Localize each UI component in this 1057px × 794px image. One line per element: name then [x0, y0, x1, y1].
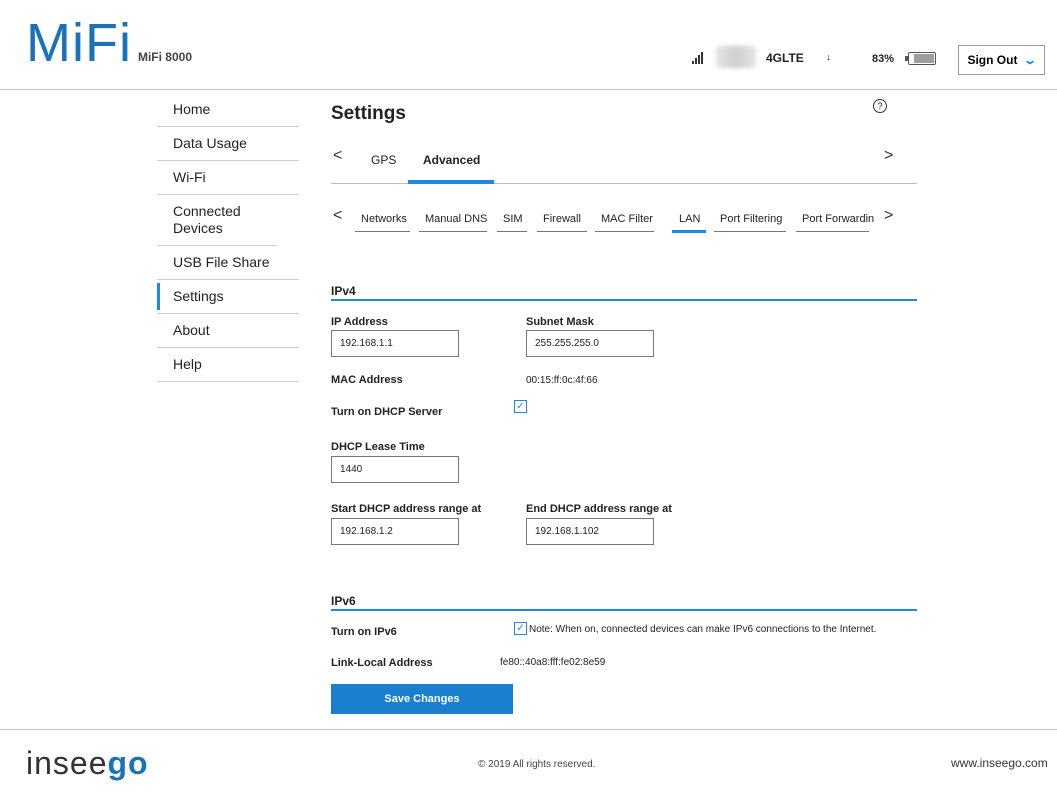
subtabs-prev-arrow[interactable]: < [333, 207, 342, 225]
sidebar-item-home[interactable]: Home [157, 93, 299, 127]
link-local-label: Link-Local Address [331, 657, 433, 669]
battery-fill [914, 54, 934, 63]
subtab-lan[interactable]: LAN [679, 213, 700, 225]
tabs-next-arrow[interactable]: > [884, 147, 893, 165]
ipv6-toggle-label: Turn on IPv6 [331, 626, 397, 638]
subtab-firewall[interactable]: Firewall [543, 213, 581, 225]
subnet-mask-input[interactable] [526, 330, 654, 357]
sidebar-item-wifi[interactable]: Wi-Fi [157, 161, 299, 195]
mac-address-value: 00:15:ff:0c:4f:66 [526, 375, 598, 386]
lease-time-label: DHCP Lease Time [331, 441, 425, 453]
sidebar: Home Data Usage Wi-Fi Connected Devices … [157, 93, 299, 382]
tabs-prev-arrow[interactable]: < [333, 147, 342, 165]
footer-divider [0, 729, 1057, 730]
dhcp-end-label: End DHCP address range at [526, 503, 672, 515]
ipv6-section-title: IPv6 [331, 594, 356, 608]
dhcp-start-input[interactable] [331, 518, 459, 545]
chevron-down-icon: ⌄ [1023, 53, 1038, 67]
dhcp-start-label: Start DHCP address range at [331, 503, 482, 515]
mifi-logo: MiFi MiFi 8000 [26, 13, 192, 73]
settings-tabs: < GPS Advanced > [331, 145, 917, 184]
subtab-lan-underline [672, 230, 706, 233]
ipv4-section-title: IPv4 [331, 284, 356, 298]
lease-time-input[interactable] [331, 456, 459, 483]
inseego-logo: inseego [26, 745, 149, 782]
sidebar-item-data-usage[interactable]: Data Usage [157, 127, 299, 161]
link-local-value: fe80::40a8:fff:fe02:8e59 [500, 657, 606, 668]
sign-out-button[interactable]: Sign Out ⌄ [958, 45, 1045, 75]
subtab-port-filtering-underline [714, 231, 786, 232]
carrier-name-redacted [716, 46, 756, 68]
battery-icon [905, 52, 936, 65]
dhcp-server-label: Turn on DHCP Server [331, 406, 443, 418]
subnet-mask-label: Subnet Mask [526, 316, 594, 328]
ip-address-label: IP Address [331, 316, 388, 328]
subtab-manual-dns[interactable]: Manual DNS [425, 213, 487, 225]
network-type: 4GLTE [766, 51, 804, 65]
signal-strength-icon [692, 50, 703, 64]
logo-text-light: insee [26, 745, 108, 781]
sidebar-item-about[interactable]: About [157, 314, 299, 348]
subtab-port-filtering[interactable]: Port Filtering [720, 213, 782, 225]
website-link[interactable]: www.inseego.com [951, 756, 1048, 770]
subtab-sim[interactable]: SIM [503, 213, 523, 225]
page-title: Settings [331, 103, 406, 124]
dhcp-end-input[interactable] [526, 518, 654, 545]
tab-gps[interactable]: GPS [371, 153, 396, 177]
subtab-manual-dns-underline [419, 231, 487, 232]
subtab-networks[interactable]: Networks [361, 213, 407, 225]
subtab-mac-filter[interactable]: MAC Filter [601, 213, 653, 225]
subtab-mac-filter-underline [595, 231, 654, 232]
tab-advanced[interactable]: Advanced [423, 153, 480, 177]
copyright-text: © 2019 All rights reserved. [478, 759, 596, 770]
help-icon[interactable]: ? [873, 99, 887, 113]
checkmark-icon: ✓ [516, 401, 525, 412]
save-changes-button[interactable]: Save Changes [331, 684, 513, 714]
sidebar-item-connected-devices[interactable]: Connected Devices [157, 195, 277, 246]
logo-text: MiFi [26, 13, 132, 73]
sidebar-item-usb-file-share[interactable]: USB File Share [157, 246, 299, 280]
subtab-networks-underline [355, 231, 410, 232]
sign-out-label: Sign Out [967, 53, 1018, 67]
ipv6-section-divider [331, 609, 917, 611]
header: MiFi MiFi 8000 4GLTE ↓ 83% Sign Out ⌄ [0, 0, 1057, 90]
subtab-port-forwarding[interactable]: Port Forwardin [802, 213, 874, 225]
dhcp-server-checkbox[interactable]: ✓ [514, 400, 527, 413]
subtabs-next-arrow[interactable]: > [884, 207, 893, 225]
checkmark-icon: ✓ [516, 623, 525, 634]
ipv6-note: Note: When on, connected devices can mak… [529, 624, 877, 635]
subtab-port-forwarding-underline [796, 231, 869, 232]
ipv6-checkbox[interactable]: ✓ [514, 622, 527, 635]
tab-advanced-underline [408, 180, 494, 184]
mac-address-label: MAC Address [331, 374, 403, 386]
sidebar-item-help[interactable]: Help [157, 348, 299, 382]
ip-address-input[interactable] [331, 330, 459, 357]
subtab-firewall-underline [537, 231, 587, 232]
sidebar-item-settings[interactable]: Settings [157, 280, 299, 314]
model-name: MiFi 8000 [137, 50, 192, 64]
subtab-sim-underline [497, 231, 527, 232]
battery-percentage: 83% [872, 53, 895, 65]
data-transfer-icon: ↓ [826, 52, 831, 63]
ipv4-section-divider [331, 299, 917, 301]
advanced-subtabs: < Networks Manual DNS SIM Firewall MAC F… [331, 205, 917, 235]
logo-text-bold: go [107, 745, 149, 781]
